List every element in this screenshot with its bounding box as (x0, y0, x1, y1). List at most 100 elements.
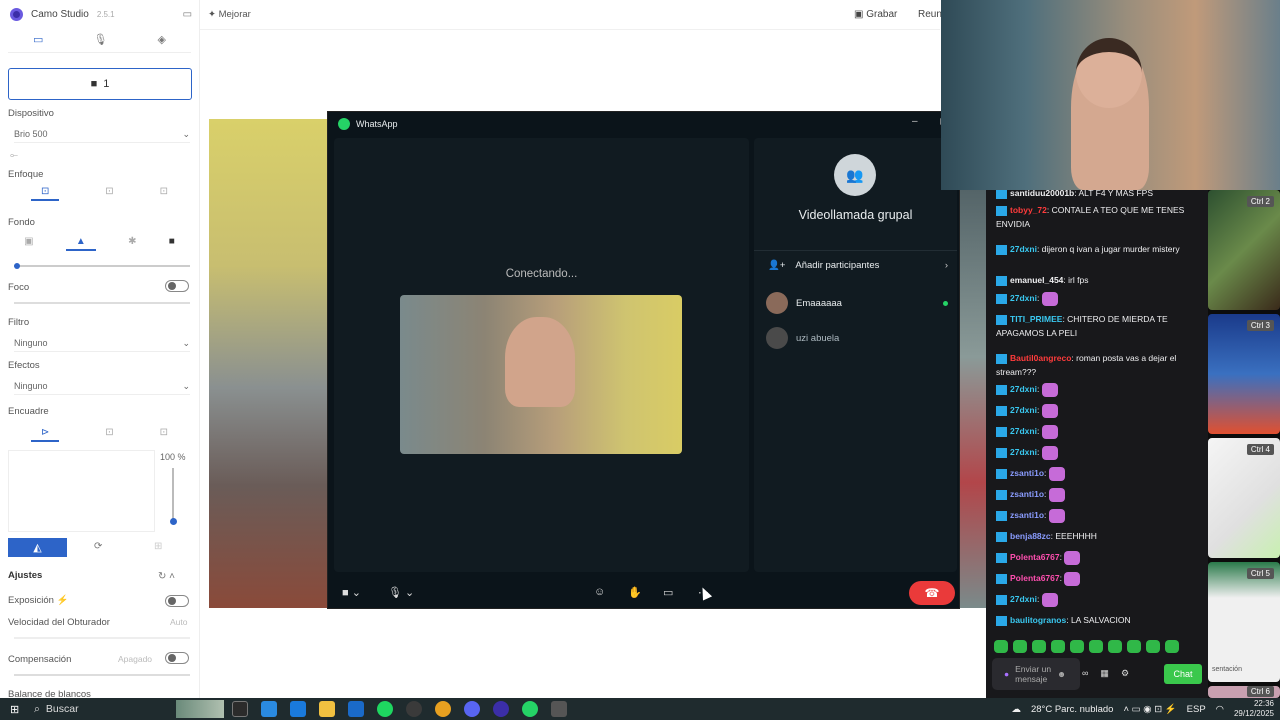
autofocus-icon[interactable]: ⊡ (30, 186, 60, 201)
zoom-slider[interactable] (170, 468, 177, 525)
chat-username[interactable]: 27dxni (1010, 384, 1037, 394)
streamer-webcam (941, 0, 1280, 190)
bits-icon[interactable]: ∞ (1082, 668, 1088, 679)
bg-replace-icon[interactable]: ■ (169, 236, 175, 251)
focus-options: ⊡ ⊡ ⊡ (8, 186, 191, 201)
layers-tab-icon[interactable]: ◈ (157, 33, 165, 46)
emoji-icon[interactable]: ☺ (594, 586, 605, 598)
chat-input[interactable]: ● Enviar un mensaje ☻ (992, 658, 1080, 690)
frame-auto-icon[interactable]: ⊡ (105, 427, 113, 442)
app-title: Camo Studio (31, 9, 89, 20)
effects-select[interactable]: Ninguno ⌄ (14, 379, 190, 395)
bg-none-icon[interactable]: ▣ (24, 236, 33, 251)
badge-icon (996, 205, 1007, 216)
whatsapp-icon[interactable] (522, 701, 538, 717)
frame-manual-icon[interactable]: ⊳ (30, 427, 60, 442)
task-view-icon[interactable] (232, 701, 248, 717)
chat-username[interactable]: 27dxni (1010, 594, 1037, 604)
background-blur-slider[interactable] (14, 263, 190, 269)
store-icon[interactable]: ▦ (1100, 668, 1109, 679)
scene-thumb[interactable]: Ctrl 4 (1208, 438, 1280, 558)
raise-hand-icon[interactable]: ✋ (628, 586, 642, 599)
wifi-icon[interactable]: ◠ (1216, 704, 1224, 715)
tray-icons[interactable]: ˄ ▭ ◉ ⊡ ⚡ (1123, 704, 1176, 715)
chrome-icon[interactable] (435, 701, 451, 717)
file-explorer-icon[interactable] (319, 701, 335, 717)
chat-username[interactable]: 27dxni (1010, 244, 1037, 254)
participant-row[interactable]: uzi abuela (766, 327, 948, 349)
chat-username[interactable]: 27dxni (1010, 405, 1037, 415)
foco-slider[interactable] (14, 302, 190, 304)
video-toggle-icon[interactable]: ■ ⌄ (342, 586, 361, 599)
reset-icon[interactable]: ↻ ˄ (158, 571, 175, 582)
mirror-button[interactable]: ◭ (8, 538, 67, 557)
chat-text: LA SALVACION (1070, 615, 1131, 625)
scene-thumb[interactable]: Ctrl 2 (1208, 190, 1280, 310)
participant-row[interactable]: Emaaaaaa (766, 292, 948, 314)
flip-icon[interactable]: ⊞ (154, 541, 162, 552)
mic-tab-icon[interactable]: 🎙 (93, 33, 107, 46)
weather-label[interactable]: 28°C Parc. nublado (1031, 704, 1114, 715)
minimize-icon[interactable]: – (912, 116, 918, 127)
bg-portrait-icon[interactable]: ✱ (128, 236, 136, 251)
enhance-button[interactable]: ✦ Mejorar (208, 9, 251, 20)
face-focus-icon[interactable]: ⊡ (105, 186, 113, 201)
chat-username[interactable]: zsanti1o (1010, 468, 1044, 478)
obs-icon[interactable] (406, 701, 422, 717)
adjust-label: Ajustes (8, 570, 43, 581)
chat-username[interactable]: 27dxni (1010, 426, 1037, 436)
shutter-slider[interactable] (14, 637, 190, 639)
framing-preview[interactable] (8, 450, 155, 532)
windows-start-icon[interactable]: ⊞ (10, 703, 19, 716)
vscode-icon[interactable] (348, 701, 364, 717)
exposure-toggle[interactable] (165, 595, 189, 607)
filter-select[interactable]: Ninguno ⌄ (14, 336, 190, 352)
compensation-slider[interactable] (14, 674, 190, 676)
scene-thumb[interactable]: Ctrl 3 (1208, 314, 1280, 434)
rotate-icon[interactable]: ⟳ (94, 541, 102, 552)
spotify-icon[interactable] (377, 701, 393, 717)
device-select[interactable]: Brio 500 ⌄ (14, 127, 190, 143)
chat-username[interactable]: Polenta6767 (1010, 552, 1060, 562)
chat-username[interactable]: Polenta6767 (1010, 573, 1060, 583)
foco-toggle[interactable] (165, 280, 189, 292)
language-indicator[interactable]: ESP (1187, 704, 1206, 715)
mic-toggle-icon[interactable]: 🎙 ⌄ (388, 586, 414, 599)
chat-username[interactable]: tobyy_72 (1010, 205, 1047, 215)
chat-username[interactable]: Bautil0angreco (1010, 353, 1071, 363)
chat-username[interactable]: baulitogranos (1010, 615, 1066, 625)
compensation-toggle[interactable] (165, 652, 189, 664)
gear-icon[interactable]: ⚙ (1121, 668, 1129, 679)
end-call-button[interactable]: ☎ (909, 581, 955, 605)
chat-send-button[interactable]: Chat (1164, 664, 1202, 684)
chat-username[interactable]: zsanti1o (1010, 510, 1044, 520)
screen-share-icon[interactable]: ▭ (663, 586, 673, 599)
video-tab-icon[interactable]: ▭ (33, 33, 43, 46)
taskbar-search[interactable]: ⌕ Buscar (34, 698, 79, 720)
chat-username[interactable]: zsanti1o (1010, 489, 1044, 499)
chat-username[interactable]: santiduu20001b (1010, 190, 1074, 198)
emoji-icon[interactable]: ☻ (1057, 669, 1066, 679)
camera-selector[interactable]: ■ 1 (8, 68, 192, 100)
add-participants-button[interactable]: 👤+ Añadir participantes › (768, 260, 948, 271)
edge-icon[interactable] (290, 701, 306, 717)
chat-text: ALT F4 Y MAS FPS (1078, 190, 1153, 198)
manual-focus-icon[interactable]: ⊡ (160, 186, 168, 201)
bg-blur-icon[interactable]: ▲ (65, 236, 96, 251)
scene-thumb[interactable]: Ctrl 6 (1208, 686, 1280, 698)
record-button[interactable]: ▣ Grabar (854, 9, 897, 20)
mic-icon: ● (1004, 669, 1010, 679)
scene-thumb[interactable]: Ctrl 5 sentación (1208, 562, 1280, 682)
clock[interactable]: 22:36 29/12/2025 (1234, 699, 1274, 719)
chat-username[interactable]: 27dxni (1010, 447, 1037, 457)
copilot-icon[interactable] (261, 701, 277, 717)
camo-icon[interactable] (493, 701, 509, 717)
frame-center-icon[interactable]: ⊡ (160, 427, 168, 442)
settings-icon[interactable] (551, 701, 567, 717)
chat-username[interactable]: TITI_PRIMEE (1010, 314, 1062, 324)
discord-icon[interactable] (464, 701, 480, 717)
sidebar-toggle-icon[interactable]: ▭ (183, 9, 192, 20)
chat-username[interactable]: 27dxni (1010, 293, 1037, 303)
chat-username[interactable]: emanuel_454 (1010, 275, 1063, 285)
chat-username[interactable]: benja88zc (1010, 531, 1051, 541)
